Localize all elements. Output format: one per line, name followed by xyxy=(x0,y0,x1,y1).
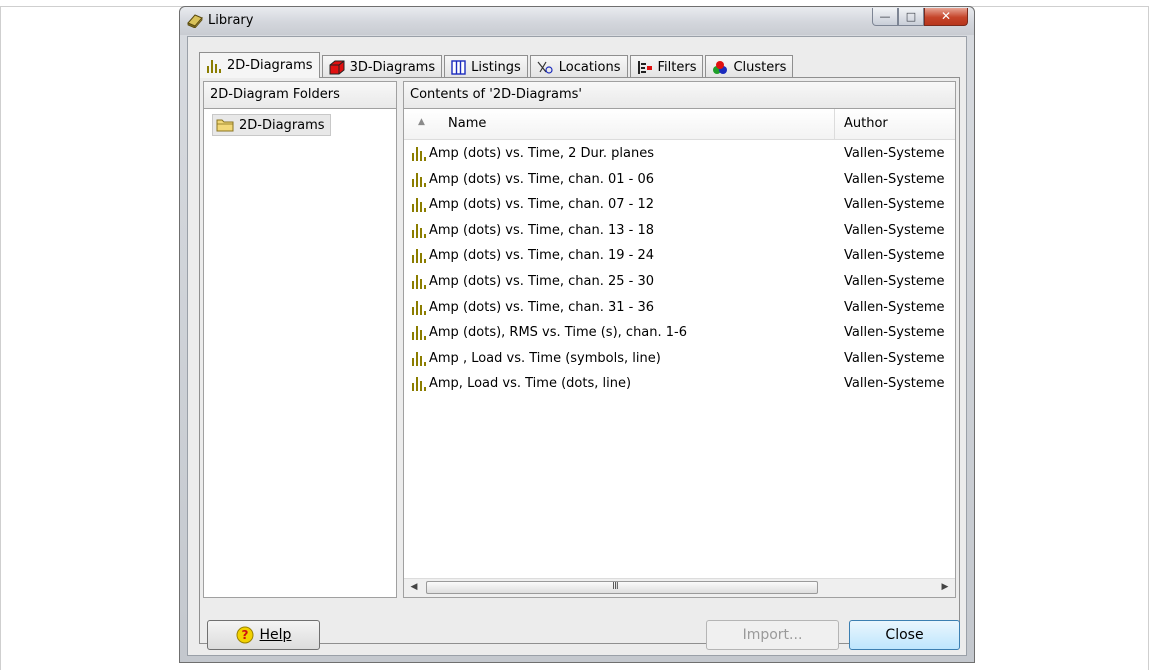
item-author: Vallen-Systeme xyxy=(844,299,945,315)
horizontal-scrollbar[interactable]: ◀ III ▶ xyxy=(404,578,955,597)
item-name: Amp (dots) vs. Time, chan. 07 - 12 xyxy=(429,197,654,213)
column-separator[interactable] xyxy=(834,109,835,139)
item-author: Vallen-Systeme xyxy=(844,376,945,392)
minimize-button[interactable]: — xyxy=(872,8,898,26)
library-book-icon xyxy=(187,14,203,28)
diagram-list: Amp (dots) vs. Time, 2 Dur. planes Vallen… xyxy=(404,142,955,398)
item-author: Vallen-Systeme xyxy=(844,222,945,238)
dialog-client-area: 2D-Diagrams 3D-Diagrams Listings Locatio… xyxy=(187,36,967,656)
item-name: Amp (dots) vs. Time, chan. 19 - 24 xyxy=(429,248,654,264)
item-author: Vallen-Systeme xyxy=(844,146,945,161)
item-name: Amp (dots) vs. Time, chan. 31 - 36 xyxy=(429,299,654,315)
cube-icon xyxy=(329,60,345,74)
grip-icon: III xyxy=(612,581,619,592)
item-name: Amp (dots) vs. Time, chan. 25 - 30 xyxy=(429,273,654,289)
list-column-header: ▲ Name Author xyxy=(404,109,955,140)
column-header-name[interactable]: Name xyxy=(448,116,486,131)
window-title: Library xyxy=(208,13,254,28)
tab-label: Listings xyxy=(471,59,521,75)
bar-chart-icon xyxy=(412,249,426,264)
scroll-left-icon[interactable]: ◀ xyxy=(406,582,422,592)
list-item[interactable]: Amp , Load vs. Time (symbols, line) Valle… xyxy=(404,347,955,373)
sort-ascending-icon: ▲ xyxy=(418,117,425,127)
tab-label: Filters xyxy=(657,59,697,75)
folder-icon xyxy=(216,119,234,132)
folders-header: 2D-Diagram Folders xyxy=(204,82,396,109)
item-name: Amp (dots), RMS vs. Time (s), chan. 1-6 xyxy=(429,325,688,341)
item-name: Amp (dots) vs. Time, 2 Dur. planes xyxy=(429,146,655,161)
item-name: Amp, Load vs. Time (dots, line) xyxy=(429,376,632,392)
list-item[interactable]: Amp (dots) vs. Time, chan. 07 - 12 Vallen… xyxy=(404,193,955,219)
folders-panel: 2D-Diagram Folders 2D-Diagrams xyxy=(203,81,397,598)
help-label: Help xyxy=(259,627,292,643)
help-icon: ? xyxy=(236,626,254,644)
tab-clusters[interactable]: Clusters xyxy=(705,55,794,78)
bar-chart-icon xyxy=(412,198,426,213)
tab-2d-diagrams[interactable]: 2D-Diagrams xyxy=(199,52,320,78)
svg-text:?: ? xyxy=(241,628,248,642)
import-button[interactable]: Import... xyxy=(706,620,839,650)
tab-label: Locations xyxy=(558,59,621,75)
list-item[interactable]: Amp (dots) vs. Time, chan. 25 - 30 Vallen… xyxy=(404,270,955,296)
bar-chart-icon xyxy=(412,326,426,341)
item-name: Amp (dots) vs. Time, chan. 01 - 06 xyxy=(429,171,654,187)
bar-chart-icon xyxy=(412,172,426,187)
item-author: Vallen-Systeme xyxy=(844,248,945,264)
tab-filters[interactable]: Filters xyxy=(629,55,704,78)
item-author: Vallen-Systeme xyxy=(844,273,945,289)
tab-label: Clusters xyxy=(733,59,787,75)
tab-listings[interactable]: Listings xyxy=(444,55,528,78)
minimize-icon: — xyxy=(879,10,891,23)
tab-label: 2D-Diagrams xyxy=(227,58,313,73)
contents-panel: Contents of '2D-Diagrams' ▲ Name Author … xyxy=(403,81,956,598)
title-bar[interactable]: Library — □ ✕ xyxy=(180,7,974,35)
item-author: Vallen-Systeme xyxy=(844,350,945,366)
tab-strip: 2D-Diagrams 3D-Diagrams Listings Locatio… xyxy=(199,52,795,78)
maximize-button[interactable]: □ xyxy=(898,8,924,26)
item-name: Amp , Load vs. Time (symbols, line) xyxy=(429,350,661,366)
tab-locations[interactable]: Locations xyxy=(529,55,628,78)
list-item[interactable]: Amp (dots) vs. Time, chan. 19 - 24 Vallen… xyxy=(404,244,955,270)
item-author: Vallen-Systeme xyxy=(844,171,945,187)
list-item[interactable]: Amp (dots), RMS vs. Time (s), chan. 1-6 V… xyxy=(404,321,955,347)
item-name: Amp (dots) vs. Time, chan. 13 - 18 xyxy=(429,222,654,238)
item-author: Vallen-Systeme xyxy=(844,325,945,341)
bar-chart-icon xyxy=(207,59,221,73)
close-button[interactable]: Close xyxy=(849,620,960,650)
bar-chart-icon xyxy=(412,351,426,366)
tab-panel-2d-diagrams: 2D-Diagram Folders 2D-Diagrams Contents … xyxy=(199,77,960,644)
filter-icon xyxy=(637,60,652,74)
location-icon xyxy=(537,61,553,74)
bar-chart-icon xyxy=(412,377,426,392)
contents-header: Contents of '2D-Diagrams' xyxy=(404,82,955,109)
help-button[interactable]: ? Help xyxy=(207,620,320,650)
list-item[interactable]: Amp, Load vs. Time (dots, line) Vallen-Sy… xyxy=(404,372,955,398)
folder-label: 2D-Diagrams xyxy=(239,117,325,133)
bar-chart-icon xyxy=(412,300,426,315)
clusters-icon xyxy=(713,60,728,74)
list-item[interactable]: Amp (dots) vs. Time, chan. 31 - 36 Vallen… xyxy=(404,296,955,322)
column-header-author[interactable]: Author xyxy=(844,116,888,131)
close-icon: ✕ xyxy=(940,9,952,23)
bar-chart-icon xyxy=(412,147,426,161)
scrollbar-thumb[interactable]: III xyxy=(426,581,818,594)
tab-3d-diagrams[interactable]: 3D-Diagrams xyxy=(321,55,443,78)
bar-chart-icon xyxy=(412,274,426,289)
list-item[interactable]: Amp (dots) vs. Time, chan. 01 - 06 Vallen… xyxy=(404,168,955,194)
tab-label: 3D-Diagrams xyxy=(349,59,436,75)
bar-chart-icon xyxy=(412,223,426,238)
columns-icon xyxy=(451,59,466,75)
library-window: Library — □ ✕ 2D-Diagrams 3D-Diagrams Li… xyxy=(179,6,975,663)
list-item[interactable]: Amp (dots) vs. Time, 2 Dur. planes Vallen… xyxy=(404,142,955,168)
maximize-icon: □ xyxy=(905,10,917,23)
list-item[interactable]: Amp (dots) vs. Time, chan. 13 - 18 Vallen… xyxy=(404,219,955,245)
folder-item-2d-diagrams[interactable]: 2D-Diagrams xyxy=(212,114,331,136)
item-author: Vallen-Systeme xyxy=(844,197,945,213)
window-close-button[interactable]: ✕ xyxy=(924,8,968,26)
frame-left-border xyxy=(0,6,1,670)
scroll-right-icon[interactable]: ▶ xyxy=(937,582,953,592)
